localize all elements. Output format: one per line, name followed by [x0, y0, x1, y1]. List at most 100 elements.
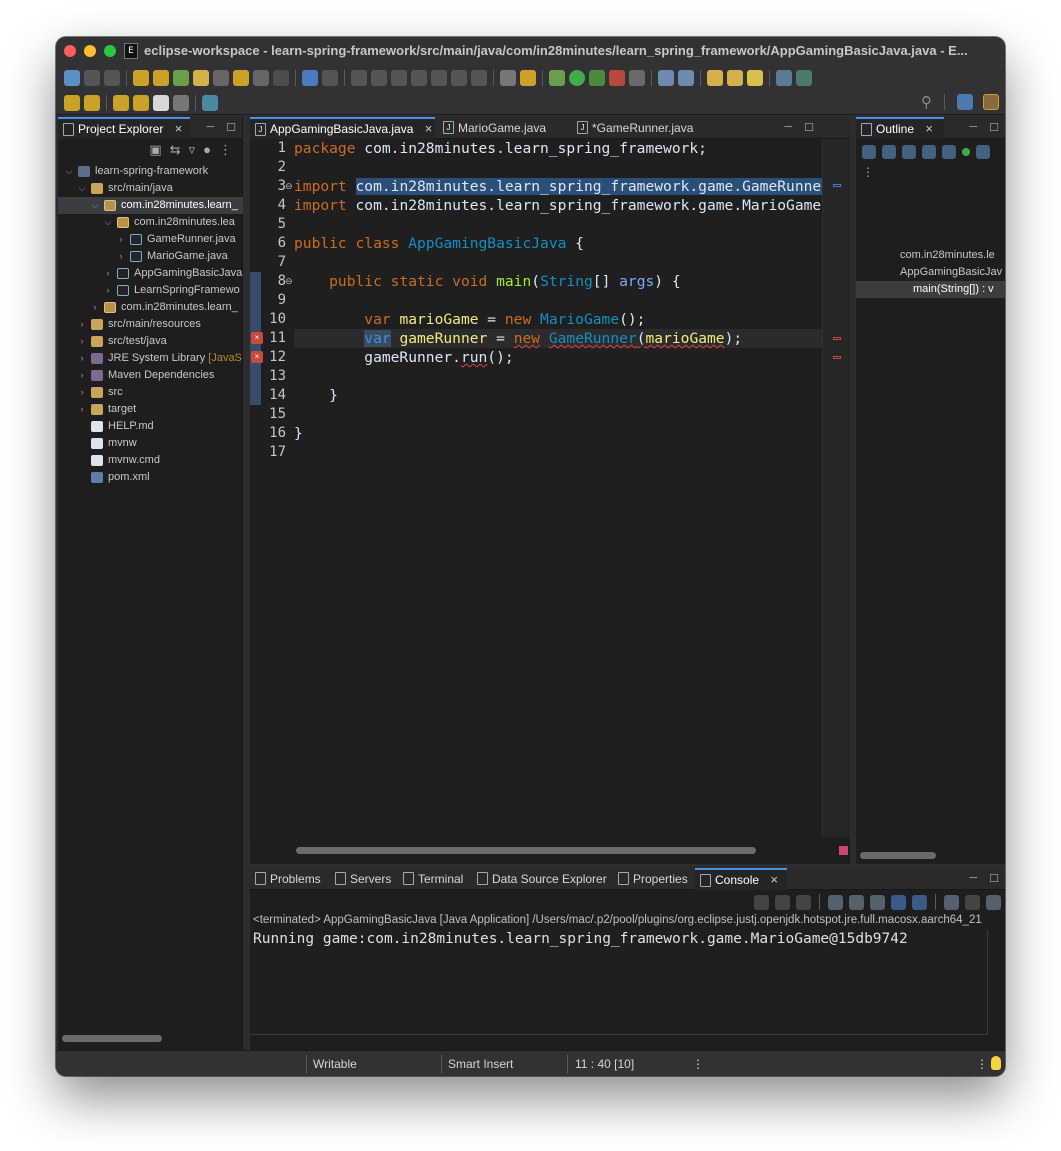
tab-game-runner-java[interactable]: J *GameRunner.java — [572, 117, 712, 139]
scrollbar-thumb[interactable] — [296, 847, 756, 854]
new-package-icon[interactable] — [678, 69, 694, 86]
line-number[interactable]: 4 — [256, 196, 286, 215]
undo-icon[interactable] — [133, 69, 149, 86]
tree-item[interactable]: › LearnSpringFramewo — [58, 282, 243, 299]
fold-collapse-icon[interactable]: ⊖ — [285, 272, 294, 291]
tab-app-gaming-basic-java[interactable]: J AppGamingBasicJava.java × — [250, 117, 435, 139]
terminate-icon[interactable] — [391, 69, 407, 86]
tip-bulb-icon[interactable] — [991, 1056, 1001, 1070]
annotation-icon[interactable] — [233, 69, 249, 86]
collapse-all-icon[interactable]: ▣ — [149, 142, 161, 158]
tree-item[interactable]: › AppGamingBasicJava — [58, 265, 243, 282]
chevron-right-icon[interactable]: › — [77, 350, 87, 367]
code-line[interactable]: public class AppGamingBasicJava { — [294, 234, 822, 253]
code-line[interactable]: import com.in28minutes.learn_spring_fram… — [294, 177, 822, 196]
hide-non-public-icon[interactable] — [942, 145, 956, 159]
line-number[interactable]: 7 — [256, 253, 286, 272]
chevron-down-icon[interactable]: ⌵ — [77, 180, 87, 197]
terminal-icon[interactable] — [302, 69, 318, 86]
overview-ruler-error-mark[interactable] — [833, 356, 841, 359]
filter-icon[interactable]: ▿ — [189, 142, 196, 158]
line-number[interactable]: 3 — [256, 177, 286, 196]
open-folder-icon[interactable] — [707, 69, 723, 86]
java-perspective-icon[interactable] — [983, 94, 999, 110]
maximize-view-icon[interactable]: ☐ — [989, 872, 999, 885]
whitespace-icon[interactable] — [273, 69, 289, 86]
show-on-stderr-icon[interactable] — [912, 894, 927, 910]
outline-item-class[interactable]: AppGamingBasicJav — [856, 264, 1005, 281]
display-console-icon[interactable] — [965, 894, 980, 910]
code-line[interactable]: gameRunner.run(); — [294, 348, 822, 367]
tree-item[interactable]: ⌵ learn-spring-framework — [58, 163, 243, 180]
line-number[interactable]: 15 — [256, 405, 286, 424]
tree-item[interactable]: ⌵ com.in28minutes.learn_ — [58, 197, 243, 214]
resume-icon[interactable] — [351, 69, 367, 86]
status-menu-icon[interactable]: ⋮ — [692, 1057, 704, 1071]
scroll-lock-icon[interactable] — [849, 894, 864, 910]
link-with-editor-icon[interactable] — [976, 145, 990, 159]
tree-item[interactable]: › JRE System Library [JavaS — [58, 350, 243, 367]
code-line[interactable] — [294, 215, 822, 234]
disconnect-icon[interactable] — [411, 69, 427, 86]
tree-item[interactable]: › src/main/resources — [58, 316, 243, 333]
open-console-icon[interactable] — [986, 894, 1001, 910]
maximize-view-icon[interactable]: ☐ — [989, 121, 999, 134]
back-arrow-icon[interactable] — [153, 94, 169, 111]
outline-scrollbar[interactable] — [860, 852, 936, 859]
maximize-window-button[interactable] — [104, 45, 116, 57]
line-number[interactable]: 5 — [256, 215, 286, 234]
maximize-view-icon[interactable]: ☐ — [226, 121, 236, 134]
chevron-right-icon[interactable]: › — [77, 316, 87, 333]
tab-data-source-explorer[interactable]: Data Source Explorer — [472, 868, 612, 890]
line-number-gutter[interactable]: 1 2 3 ⊖ 4 5 6 7 8 ⊖ 9 10 11 × 12 × 13 14 15 16 17 — [250, 139, 294, 837]
close-window-button[interactable] — [64, 45, 76, 57]
error-marker-icon[interactable]: × — [251, 332, 263, 344]
tab-console[interactable]: Console × — [695, 868, 787, 890]
chevron-down-icon[interactable]: ⌵ — [103, 214, 113, 231]
code-line[interactable] — [294, 443, 822, 462]
search-globe-icon[interactable] — [776, 69, 792, 86]
overview-ruler-mark[interactable] — [833, 184, 841, 187]
code-line[interactable]: import com.in28minutes.learn_spring_fram… — [294, 196, 822, 215]
overview-ruler[interactable] — [822, 139, 850, 837]
code-editor[interactable]: 1 2 3 ⊖ 4 5 6 7 8 ⊖ 9 10 11 × 12 × 13 14 15 16 17 package co… — [250, 139, 822, 837]
hide-fields-icon[interactable] — [902, 145, 916, 159]
outline-item-main-method[interactable]: main(String[]) : v — [856, 281, 1005, 298]
tree-item[interactable]: mvnw.cmd — [58, 452, 243, 469]
open-type-icon[interactable] — [173, 69, 189, 86]
code-line[interactable]: } — [294, 386, 822, 405]
show-on-stdout-icon[interactable] — [891, 894, 906, 910]
step-into-icon[interactable] — [431, 69, 447, 86]
save-all-icon[interactable] — [104, 69, 120, 86]
tab-mario-game-java[interactable]: J MarioGame.java — [438, 117, 566, 139]
open-file-icon[interactable] — [727, 69, 743, 86]
maximize-view-icon[interactable]: ☐ — [804, 121, 814, 134]
collapse-all-icon[interactable] — [862, 145, 876, 159]
run-icon[interactable] — [569, 69, 585, 86]
close-tab-icon[interactable]: × — [175, 119, 183, 139]
chevron-right-icon[interactable]: › — [116, 231, 126, 248]
tree-item[interactable]: › src — [58, 384, 243, 401]
debug-icon[interactable] — [549, 69, 565, 86]
minimize-view-icon[interactable]: ─ — [969, 872, 977, 885]
tree-item[interactable]: › GameRunner.java — [58, 231, 243, 248]
chevron-right-icon[interactable]: › — [77, 401, 87, 418]
line-number[interactable]: 14 — [256, 386, 286, 405]
next-annotation-icon[interactable] — [64, 94, 80, 111]
hide-static-icon[interactable] — [922, 145, 936, 159]
close-tab-icon[interactable]: × — [425, 119, 433, 139]
minimize-view-icon[interactable]: ─ — [969, 121, 977, 134]
tree-item[interactable]: › Maven Dependencies — [58, 367, 243, 384]
link-with-editor-icon[interactable]: ⇆ — [170, 142, 181, 158]
chevron-right-icon[interactable]: › — [77, 367, 87, 384]
code-line[interactable] — [294, 253, 822, 272]
minimize-view-icon[interactable]: ─ — [206, 121, 214, 134]
line-number[interactable]: 10 — [256, 310, 286, 329]
remove-launch-icon[interactable] — [775, 894, 790, 910]
tree-item[interactable]: mvnw — [58, 435, 243, 452]
code-line[interactable] — [294, 291, 822, 310]
step-return-icon[interactable] — [471, 69, 487, 86]
code-line[interactable]: public static void main(String[] args) { — [294, 272, 822, 291]
close-tab-icon[interactable]: × — [925, 119, 933, 139]
line-number[interactable]: 13 — [256, 367, 286, 386]
